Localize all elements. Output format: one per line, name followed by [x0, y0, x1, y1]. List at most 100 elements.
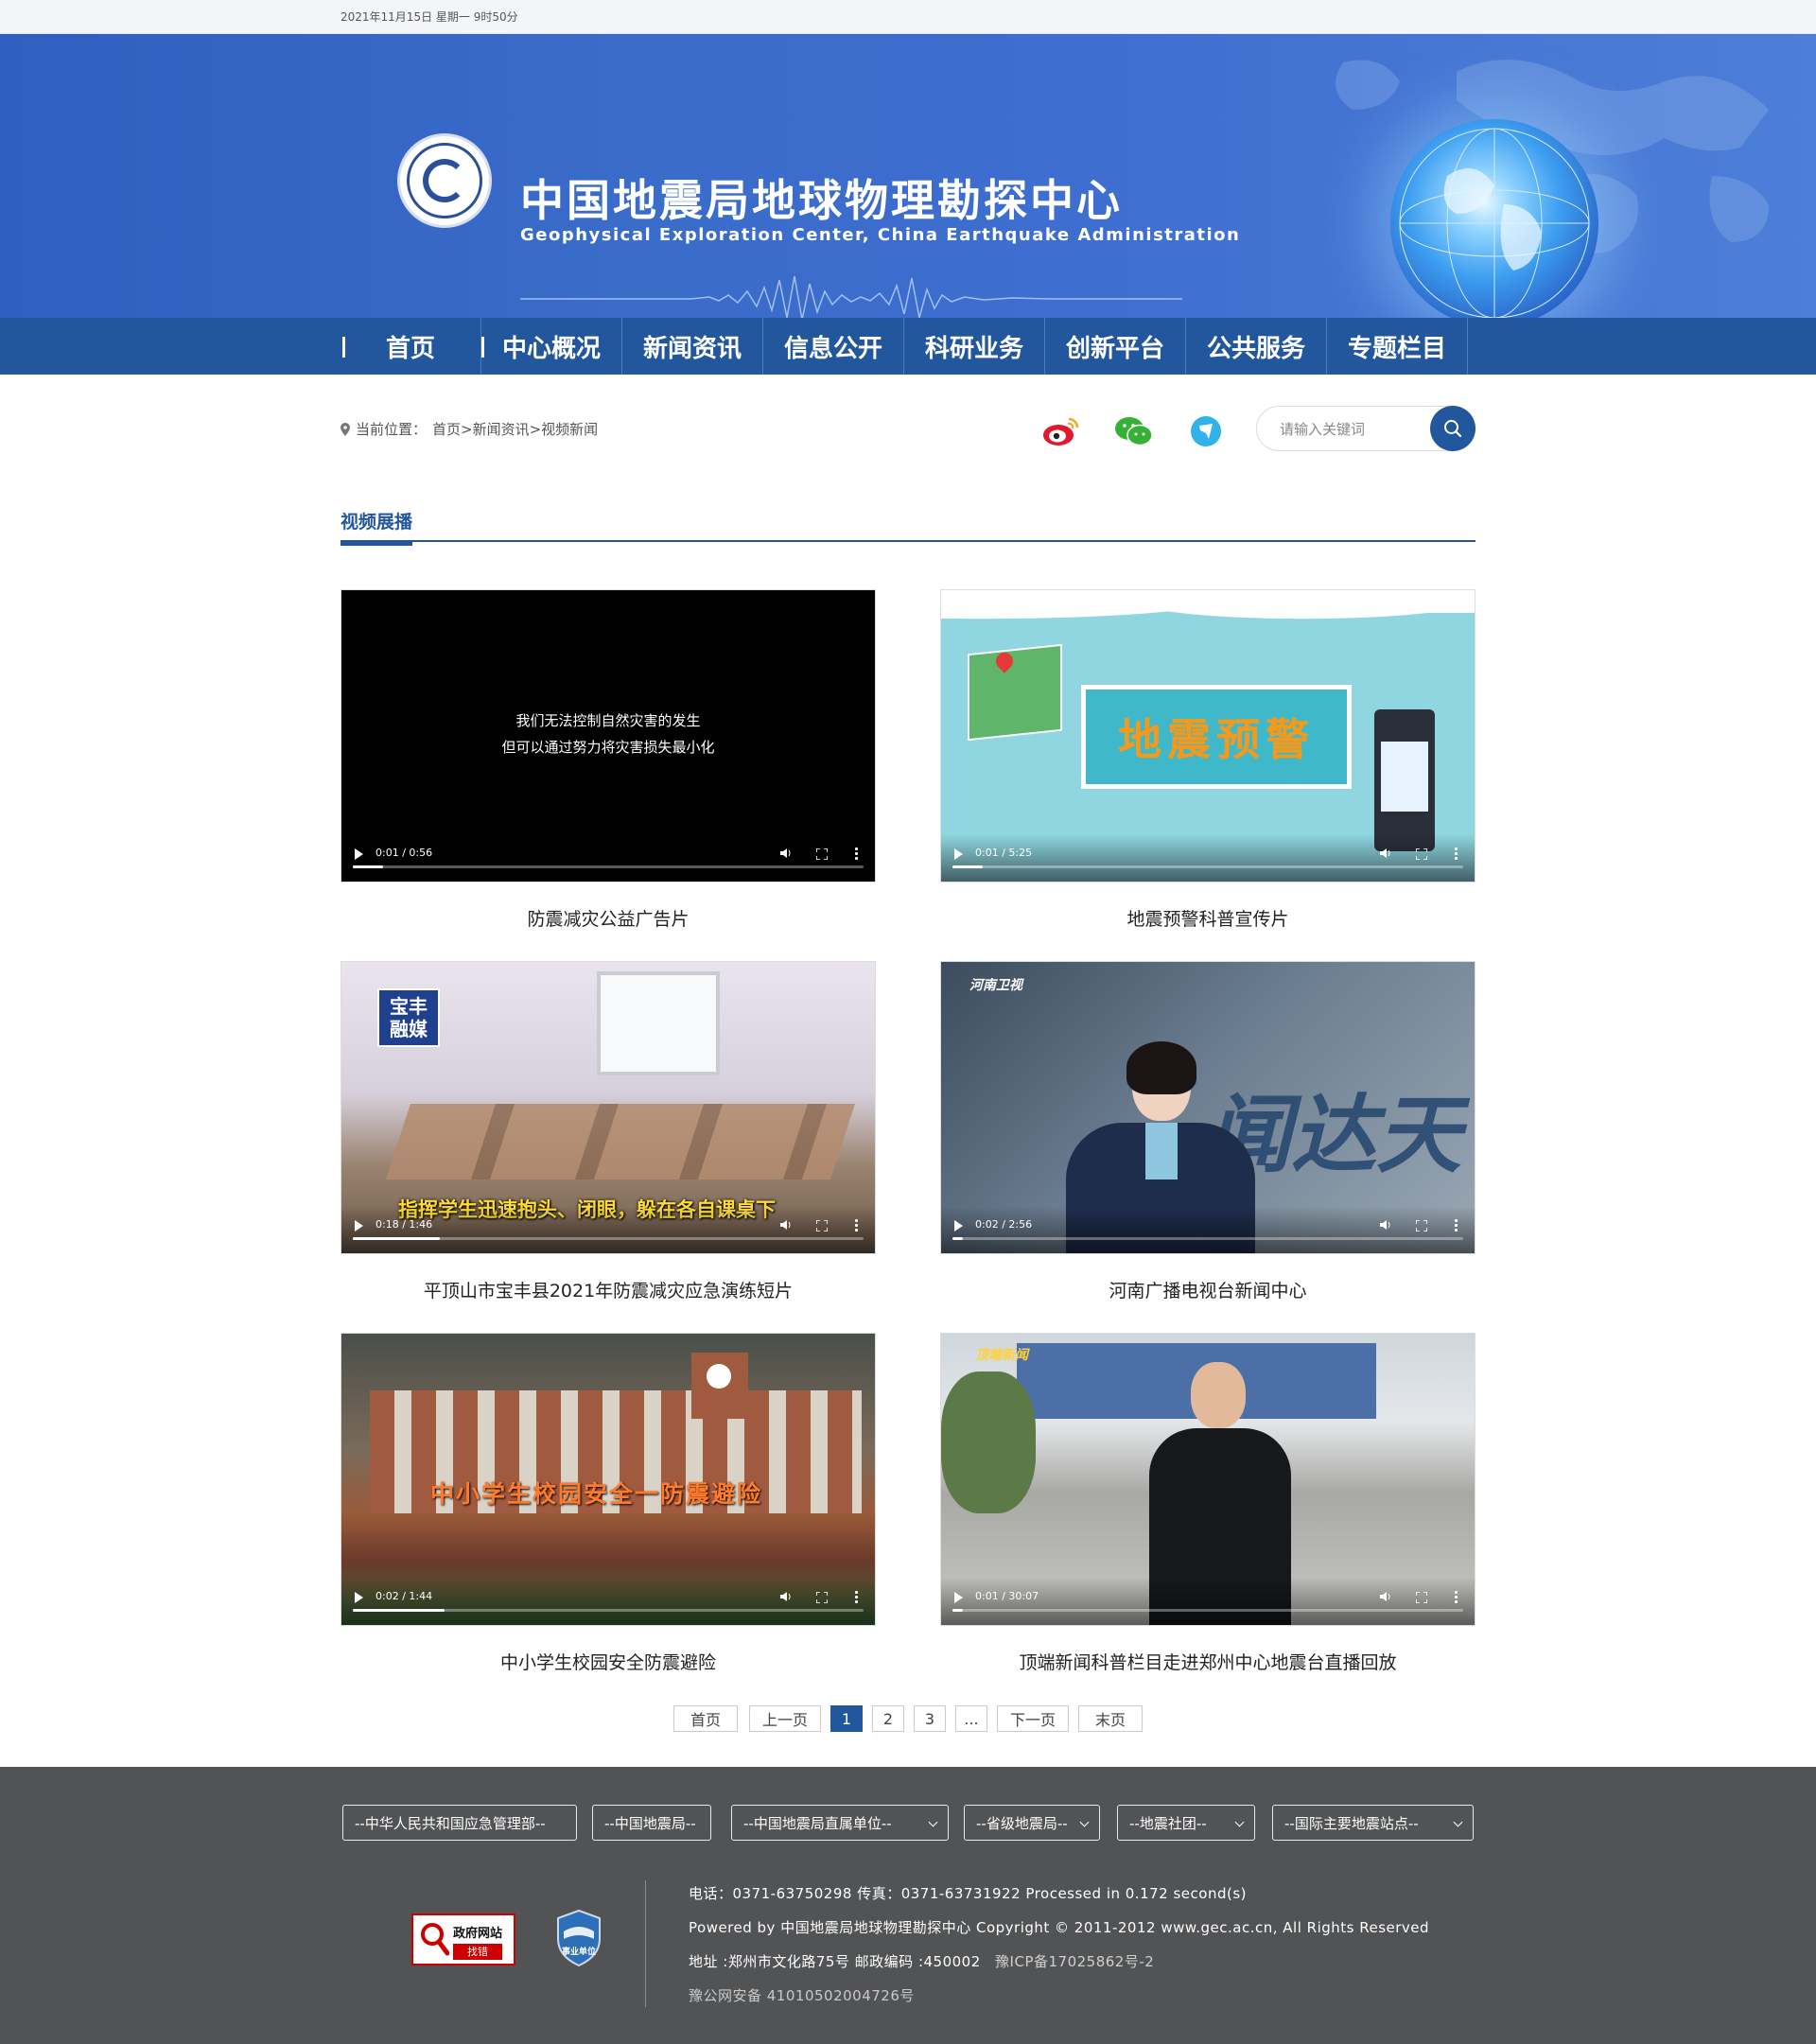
wechat-icon[interactable] [1113, 411, 1155, 452]
link-select-provincial[interactable]: --省级地震局-- [964, 1805, 1100, 1841]
tree-graphic [941, 1371, 1036, 1513]
page-number-1[interactable]: 1 [830, 1705, 863, 1732]
nav-item-overview[interactable]: 中心概况 [481, 318, 622, 375]
badge-title: 政府网站 [453, 1927, 503, 1941]
video-card: 河南卫视 闻达天 0:02 / 2:56 河南广播电视台新闻中心 [940, 961, 1476, 1302]
more-options-icon[interactable] [855, 1218, 858, 1232]
fullscreen-icon[interactable] [1416, 848, 1427, 860]
video-controls: 0:18 / 1:46 [341, 1206, 875, 1253]
fullscreen-icon[interactable] [816, 848, 828, 860]
video-player[interactable]: 地震预警 0:01 / 5:25 [940, 589, 1476, 882]
select-label: --中国地震局直属单位-- [743, 1814, 892, 1832]
fullscreen-icon[interactable] [1416, 1220, 1427, 1232]
footer-address-line: 地址 :郑州市文化路75号 邮政编码 :450002 豫ICP备17025862… [689, 1951, 1154, 1971]
progress-track[interactable] [353, 865, 864, 868]
nav-item-disclosure[interactable]: 信息公开 [763, 318, 904, 375]
volume-icon[interactable] [1380, 847, 1393, 859]
more-options-icon[interactable] [1455, 1590, 1458, 1603]
magnifier-icon [421, 1923, 449, 1956]
play-icon[interactable] [355, 1220, 363, 1232]
video-player[interactable]: 中小学生校园安全一防震避险 0:02 / 1:44 [340, 1333, 876, 1626]
search-button[interactable] [1430, 406, 1476, 451]
top-bar: 2021年11月15日 星期一 9时50分 [0, 0, 1816, 34]
video-player[interactable]: 宝丰融媒 指挥学生迅速抱头、闭眼，躲在各自课桌下 0:18 / 1:46 [340, 961, 876, 1254]
weibo-icon[interactable] [1040, 411, 1082, 452]
video-caption[interactable]: 防震减灾公益广告片 [340, 905, 876, 931]
link-select-ministry[interactable]: --中华人民共和国应急管理部-- [342, 1805, 577, 1841]
gov-site-report-badge[interactable]: 政府网站 找错 [411, 1913, 515, 1965]
play-icon[interactable] [355, 1592, 363, 1603]
footer-divider [645, 1880, 646, 2007]
footer-icp-link[interactable]: 豫ICP备17025862号-2 [995, 1953, 1154, 1970]
more-options-icon[interactable] [855, 1590, 858, 1603]
app-icon[interactable] [1185, 411, 1227, 452]
nav-item-topics[interactable]: 专题栏目 [1327, 318, 1468, 375]
site-subtitle: Geophysical Exploration Center, China Ea… [520, 225, 1241, 245]
progress-track[interactable] [353, 1237, 864, 1240]
volume-icon[interactable] [780, 1591, 794, 1602]
nav-item-news[interactable]: 新闻资讯 [622, 318, 763, 375]
footer-police-record[interactable]: 豫公网安备 41010502004726号 [689, 1985, 915, 2005]
more-options-icon[interactable] [1455, 847, 1458, 860]
play-icon[interactable] [355, 848, 363, 860]
more-options-icon[interactable] [855, 847, 858, 860]
public-institution-badge[interactable]: 事业单位 [554, 1909, 603, 1967]
progress-fill [952, 865, 984, 868]
window-graphic [597, 971, 720, 1075]
chevron-down-icon [928, 1817, 938, 1827]
play-icon[interactable] [954, 1220, 963, 1232]
page-last-button[interactable]: 末页 [1078, 1705, 1143, 1732]
section-title: 视频展播 [340, 508, 413, 546]
link-select-societies[interactable]: --地震社团-- [1117, 1805, 1255, 1841]
progress-track[interactable] [952, 1609, 1463, 1612]
video-caption[interactable]: 中小学生校园安全防震避险 [340, 1649, 876, 1674]
volume-icon[interactable] [780, 1219, 794, 1231]
progress-track[interactable] [952, 1237, 1463, 1240]
nav-item-home[interactable]: 首页 [340, 318, 481, 375]
link-select-international[interactable]: --国际主要地震站点-- [1272, 1805, 1474, 1841]
breadcrumb: 当前位置： 首页>新闻资讯>视频新闻 [340, 419, 598, 439]
map-graphic [968, 643, 1062, 742]
progress-fill [952, 1609, 963, 1612]
video-overlay-text: 中小学生校园安全一防震避险 [430, 1480, 763, 1508]
nav-item-public-service[interactable]: 公共服务 [1186, 318, 1327, 375]
breadcrumb-path[interactable]: 首页>新闻资讯>视频新闻 [432, 419, 598, 439]
more-options-icon[interactable] [1455, 1218, 1458, 1232]
channel-logo: 宝丰融媒 [377, 988, 440, 1047]
fullscreen-icon[interactable] [816, 1220, 828, 1232]
video-player[interactable]: 我们无法控制自然灾害的发生 但可以通过努力将灾害损失最小化 0:01 / 0:5… [340, 589, 876, 882]
volume-icon[interactable] [780, 847, 794, 859]
video-player[interactable]: 顶端新闻 0:01 / 30:07 [940, 1333, 1476, 1626]
play-icon[interactable] [954, 848, 963, 860]
fullscreen-icon[interactable] [1416, 1592, 1427, 1603]
progress-track[interactable] [952, 865, 1463, 868]
nav-item-innovation[interactable]: 创新平台 [1045, 318, 1186, 375]
page-next-button[interactable]: 下一页 [997, 1705, 1069, 1732]
channel-logo-text: 宝丰融媒 [390, 995, 428, 1040]
progress-fill [353, 865, 384, 868]
page-first-button[interactable]: 首页 [673, 1705, 738, 1732]
link-select-cea[interactable]: --中国地震局-- [592, 1805, 711, 1841]
search-input[interactable] [1280, 418, 1422, 441]
video-caption[interactable]: 顶端新闻科普栏目走进郑州中心地震台直播回放 [940, 1649, 1476, 1674]
channel-logo: 顶端新闻 [975, 1348, 1028, 1363]
location-pin-icon [340, 422, 350, 436]
play-icon[interactable] [954, 1592, 963, 1603]
volume-icon[interactable] [1380, 1219, 1393, 1231]
fullscreen-icon[interactable] [816, 1592, 828, 1603]
video-caption[interactable]: 河南广播电视台新闻中心 [940, 1277, 1476, 1302]
link-select-direct-units[interactable]: --中国地震局直属单位-- [731, 1805, 949, 1841]
video-caption[interactable]: 平顶山市宝丰县2021年防震减灾应急演练短片 [340, 1277, 876, 1302]
progress-track[interactable] [353, 1609, 864, 1612]
page-prev-button[interactable]: 上一页 [749, 1705, 821, 1732]
emblem-logo[interactable] [397, 133, 492, 228]
video-caption[interactable]: 地震预警科普宣传片 [940, 905, 1476, 931]
video-card: 宝丰融媒 指挥学生迅速抱头、闭眼，躲在各自课桌下 0:18 / 1:46 平顶山… [340, 961, 876, 1302]
current-date: 2021年11月15日 星期一 9时50分 [340, 10, 518, 24]
page-number-3[interactable]: 3 [914, 1705, 946, 1732]
volume-icon[interactable] [1380, 1591, 1393, 1602]
video-player[interactable]: 河南卫视 闻达天 0:02 / 2:56 [940, 961, 1476, 1254]
select-label: --中国地震局-- [604, 1814, 696, 1832]
nav-item-research[interactable]: 科研业务 [904, 318, 1045, 375]
page-number-2[interactable]: 2 [872, 1705, 904, 1732]
